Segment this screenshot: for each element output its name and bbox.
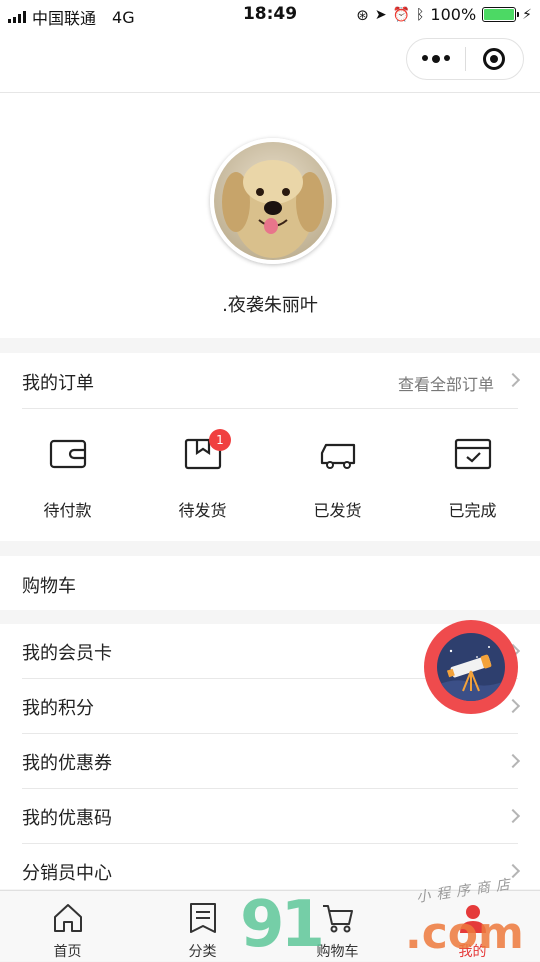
profile-header: .夜袭朱丽叶 <box>0 93 540 338</box>
navigation-bar <box>0 30 540 93</box>
pending-shipment-badge: 1 <box>209 429 231 451</box>
completed-box-icon <box>454 438 491 470</box>
cart-row[interactable]: 购物车 <box>0 556 540 610</box>
menu-item-promo-codes[interactable]: 我的优惠码 <box>22 789 521 844</box>
order-pending-shipment[interactable]: 1 待发货 <box>135 409 270 542</box>
category-icon <box>189 903 216 933</box>
alarm-icon: ⏰ <box>392 6 410 23</box>
order-pending-payment[interactable]: 待付款 <box>0 409 135 542</box>
tab-label: 首页 <box>53 944 82 960</box>
nickname: .夜袭朱丽叶 <box>222 295 318 316</box>
tab-bar: 首页 分类 购物车 我的 <box>0 890 540 961</box>
chevron-right-icon <box>505 863 521 879</box>
home-icon <box>53 904 82 932</box>
order-status-label: 待发货 <box>178 501 227 520</box>
charging-icon: ⚡ <box>522 6 532 23</box>
order-status-label: 待付款 <box>43 501 92 520</box>
order-shipped[interactable]: 已发货 <box>270 409 405 542</box>
dog-photo <box>214 142 332 260</box>
target-icon <box>483 48 506 70</box>
user-icon <box>459 905 486 933</box>
wallet-icon <box>49 439 86 469</box>
menu-item-label: 我的优惠券 <box>22 753 112 774</box>
menu-item-label: 我的会员卡 <box>22 643 112 664</box>
more-dots-icon <box>421 55 428 61</box>
status-bar: 中国联通 4G 18:49 ⊛ ➤ ⏰ ᛒ 100% ⚡ <box>0 0 540 30</box>
order-status-label: 已完成 <box>448 501 497 520</box>
cart-icon <box>322 905 353 933</box>
orders-header[interactable]: 我的订单 查看全部订单 <box>22 353 521 409</box>
location-icon: ➤ <box>374 6 387 23</box>
tab-mine[interactable]: 我的 <box>405 891 540 961</box>
telescope-icon <box>437 633 505 701</box>
tab-label: 我的 <box>458 944 487 960</box>
tab-label: 分类 <box>188 944 217 960</box>
truck-icon <box>320 443 355 469</box>
order-status-grid: 待付款 1 待发货 已发货 已完成 <box>0 409 540 542</box>
cart-title: 购物车 <box>22 576 76 597</box>
order-status-label: 已发货 <box>313 501 362 520</box>
menu-item-label: 分销员中心 <box>22 863 112 884</box>
tab-category[interactable]: 分类 <box>135 891 270 961</box>
orders-section: 我的订单 查看全部订单 待付款 1 待发货 已发货 已完成 <box>0 353 540 541</box>
tab-label: 购物车 <box>316 944 359 960</box>
bluetooth-icon: ᛒ <box>416 6 425 23</box>
chevron-right-icon <box>505 698 521 714</box>
tab-home[interactable]: 首页 <box>0 891 135 961</box>
orders-title: 我的订单 <box>22 373 94 394</box>
floating-action-button[interactable] <box>424 620 518 714</box>
more-menu-button[interactable] <box>407 55 465 63</box>
menu-item-coupons[interactable]: 我的优惠券 <box>22 734 521 789</box>
chevron-right-icon <box>505 753 521 769</box>
menu-item-label: 我的优惠码 <box>22 808 112 829</box>
close-miniprogram-button[interactable] <box>465 48 523 70</box>
miniprogram-capsule <box>406 38 524 80</box>
battery-icon <box>482 7 520 22</box>
tab-cart[interactable]: 购物车 <box>270 891 405 961</box>
avatar[interactable] <box>210 138 336 264</box>
rotation-lock-icon: ⊛ <box>356 5 369 24</box>
view-all-orders-link[interactable]: 查看全部订单 <box>398 371 494 395</box>
battery-percent: 100% <box>430 5 477 24</box>
menu-item-label: 我的积分 <box>22 698 94 719</box>
order-completed[interactable]: 已完成 <box>405 409 540 542</box>
chevron-right-icon <box>505 372 521 388</box>
chevron-right-icon <box>505 808 521 824</box>
